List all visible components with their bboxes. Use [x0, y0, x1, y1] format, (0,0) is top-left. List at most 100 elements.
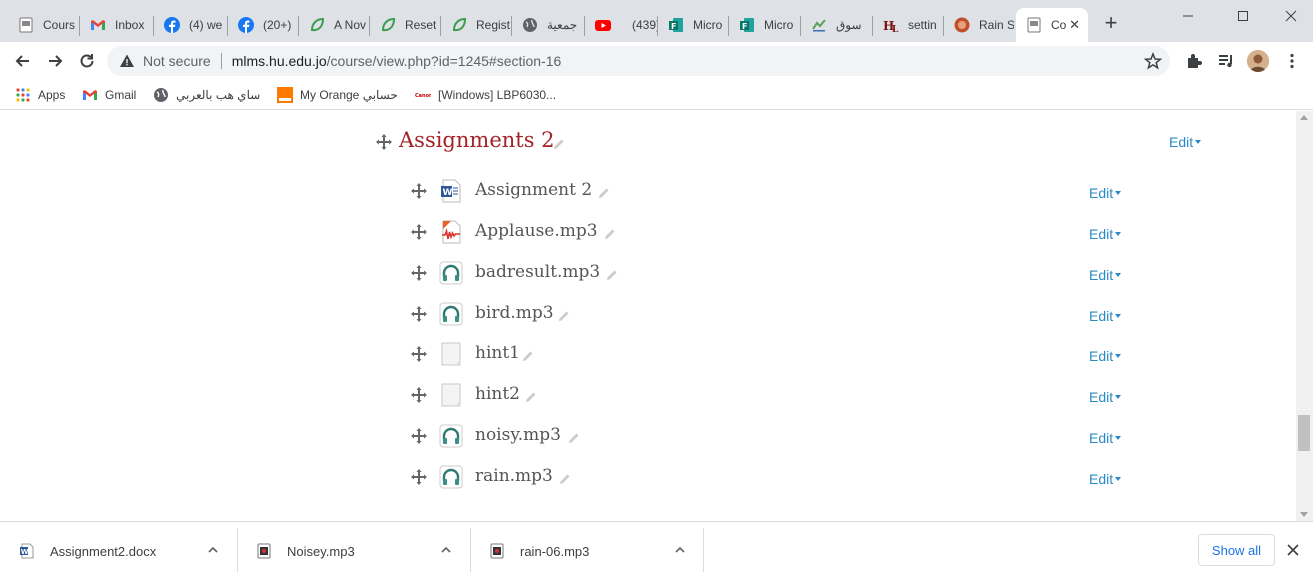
edit-label: Edit	[1089, 185, 1114, 201]
vertical-scrollbar[interactable]	[1296, 111, 1313, 521]
tab[interactable]: (4) we	[154, 8, 224, 42]
scrollbar-thumb[interactable]	[1298, 415, 1310, 451]
leaf-icon	[451, 17, 467, 33]
move-activity-icon[interactable]	[411, 346, 427, 362]
edit-label: Edit	[1169, 134, 1194, 150]
edit-name-pencil-icon[interactable]	[568, 432, 580, 444]
chevron-up-icon[interactable]	[440, 544, 452, 556]
download-item[interactable]: Noisey.mp3	[256, 522, 355, 579]
bookmark-apps[interactable]: Apps	[15, 85, 65, 105]
edit-title-pencil-icon[interactable]	[553, 138, 565, 150]
download-filename: Assignment2.docx	[50, 543, 157, 559]
activity-name[interactable]: noisy.mp3	[475, 425, 561, 445]
warning-icon[interactable]	[119, 53, 135, 69]
activity-name[interactable]: hint2	[475, 384, 520, 404]
edit-name-pencil-icon[interactable]	[522, 350, 534, 362]
activity-edit-menu[interactable]: Edit	[1089, 226, 1122, 242]
tab[interactable]: (20+)	[228, 8, 298, 42]
activity-edit-menu[interactable]: Edit	[1089, 267, 1122, 283]
activity-name[interactable]: Applause.mp3	[475, 221, 598, 241]
activity-name[interactable]: bird.mp3	[475, 303, 554, 323]
media-control-icon[interactable]	[1217, 52, 1235, 70]
move-activity-icon[interactable]	[411, 265, 427, 281]
canon-icon: Canon	[415, 87, 431, 103]
tab[interactable]: Cours	[8, 8, 76, 42]
tab-title: Cours	[43, 18, 76, 32]
section-edit-menu[interactable]: Edit	[1169, 134, 1202, 150]
scroll-up-arrow-icon[interactable]	[1300, 115, 1308, 120]
move-activity-icon[interactable]	[411, 306, 427, 322]
tab[interactable]: (439)	[585, 8, 657, 42]
extensions-icon[interactable]	[1185, 52, 1203, 70]
tab[interactable]: A Nov	[299, 8, 369, 42]
activity-name[interactable]: badresult.mp3	[475, 262, 600, 282]
scroll-down-arrow-icon[interactable]	[1300, 512, 1308, 517]
edit-name-pencil-icon[interactable]	[559, 473, 571, 485]
activity-edit-menu[interactable]: Edit	[1089, 348, 1122, 364]
edit-name-pencil-icon[interactable]	[598, 187, 610, 199]
chevron-up-icon[interactable]	[207, 544, 219, 556]
edit-name-pencil-icon[interactable]	[558, 310, 570, 322]
tab[interactable]: جمعية	[512, 8, 584, 42]
tab-title: (4) we	[189, 18, 223, 32]
audio-file-icon	[490, 543, 504, 559]
bookmarks-bar: Apps Gmail ساي هب بالعربي My Orange حساب…	[0, 80, 1313, 110]
activity-name[interactable]: Assignment 2	[475, 180, 592, 200]
activity-name[interactable]: hint1	[475, 343, 520, 363]
tab[interactable]: سوق	[801, 8, 871, 42]
tab[interactable]: HL settin	[873, 8, 943, 42]
avatar[interactable]	[1247, 50, 1269, 72]
download-item[interactable]: rain-06.mp3	[489, 522, 589, 579]
forms-icon: F	[668, 17, 684, 33]
tab-title: سوق	[836, 18, 862, 32]
move-activity-icon[interactable]	[411, 469, 427, 485]
activity-edit-menu[interactable]: Edit	[1089, 389, 1122, 405]
edit-name-pencil-icon[interactable]	[606, 269, 618, 281]
tab[interactable]: F Micro	[658, 8, 728, 42]
page-icon	[18, 17, 34, 33]
new-tab-button[interactable]: +	[1101, 12, 1121, 34]
tab[interactable]: Inbox	[80, 8, 150, 42]
move-activity-icon[interactable]	[411, 387, 427, 403]
forward-icon[interactable]	[45, 51, 65, 71]
activity-edit-menu[interactable]: Edit	[1089, 185, 1122, 201]
minimize-icon[interactable]	[1178, 6, 1198, 26]
activity-edit-menu[interactable]: Edit	[1089, 430, 1122, 446]
tab[interactable]: Reset	[370, 8, 440, 42]
close-icon[interactable]	[1286, 543, 1300, 557]
bookmark-star-icon[interactable]	[1144, 52, 1162, 70]
activity-name[interactable]: rain.mp3	[475, 466, 553, 486]
tab[interactable]: Regist	[441, 8, 511, 42]
tab[interactable]: F Micro	[729, 8, 799, 42]
back-icon[interactable]	[13, 51, 33, 71]
maximize-icon[interactable]	[1233, 6, 1253, 26]
download-item[interactable]: W Assignment2.docx	[19, 522, 156, 579]
activity-edit-menu[interactable]: Edit	[1089, 308, 1122, 324]
audio-file-icon	[442, 220, 461, 244]
close-tab-icon[interactable]: ✕	[1069, 17, 1080, 33]
bookmark-say-hub[interactable]: ساي هب بالعربي	[153, 85, 260, 105]
svg-text:F: F	[671, 22, 676, 31]
activity-edit-menu[interactable]: Edit	[1089, 471, 1122, 487]
close-window-icon[interactable]	[1281, 6, 1301, 26]
tab-active[interactable]: Co ✕	[1016, 8, 1088, 42]
address-bar[interactable]: Not secure mlms.hu.edu.jo /course/view.p…	[107, 46, 1170, 76]
edit-name-pencil-icon[interactable]	[604, 228, 616, 240]
bookmark-my-orange[interactable]: My Orange حسابي	[277, 85, 398, 105]
move-activity-icon[interactable]	[411, 224, 427, 240]
bookmark-gmail[interactable]: Gmail	[82, 85, 136, 105]
tab[interactable]: Rain S	[944, 8, 1014, 42]
reload-icon[interactable]	[77, 51, 97, 71]
facebook-icon	[164, 17, 180, 33]
chevron-up-icon[interactable]	[674, 544, 686, 556]
bookmark-canon[interactable]: Canon [Windows] LBP6030...	[415, 85, 556, 105]
download-filename: rain-06.mp3	[520, 543, 590, 559]
tab-title: Rain S	[979, 18, 1014, 32]
more-options-icon[interactable]	[1283, 52, 1301, 70]
edit-name-pencil-icon[interactable]	[525, 391, 537, 403]
move-section-icon[interactable]	[376, 134, 392, 150]
move-activity-icon[interactable]	[411, 428, 427, 444]
bookmark-label: Gmail	[105, 88, 137, 102]
show-all-button[interactable]: Show all	[1198, 534, 1275, 566]
move-activity-icon[interactable]	[411, 183, 427, 199]
